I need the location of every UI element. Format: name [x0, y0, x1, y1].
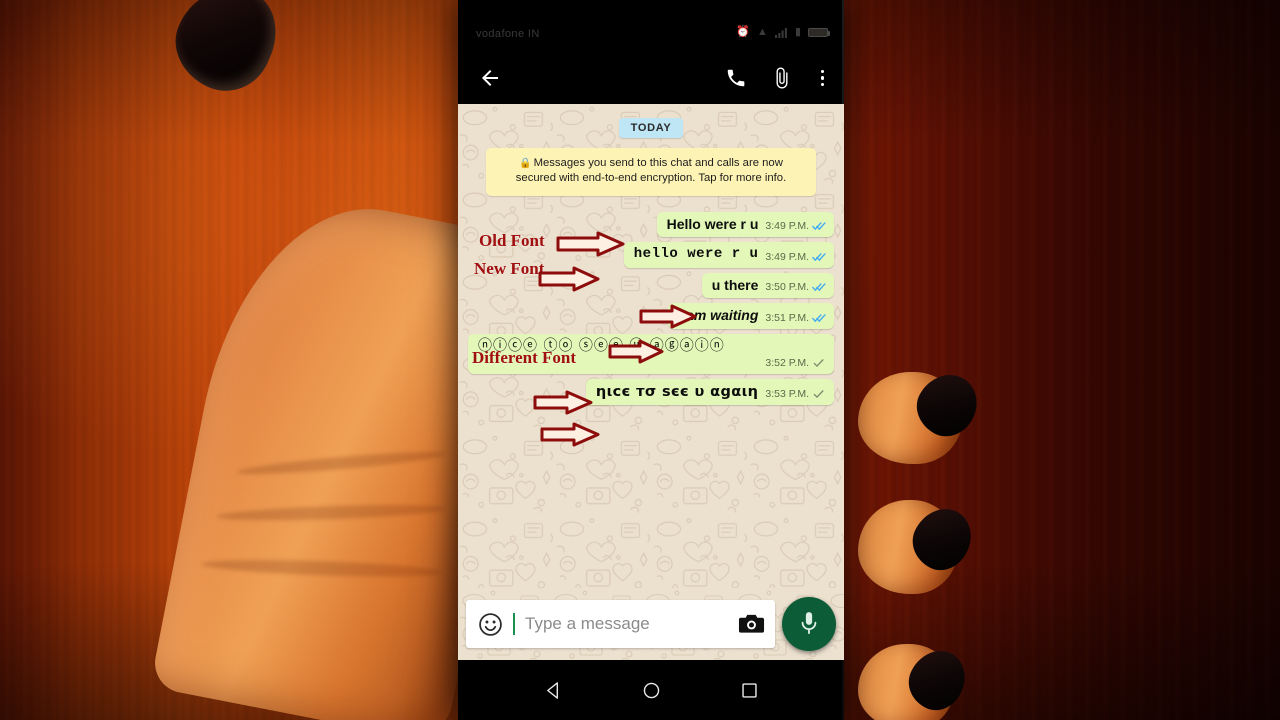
thumb-crease [216, 502, 447, 524]
message-time: 3:52 P.M. [765, 357, 809, 369]
android-nav-bar [458, 660, 844, 720]
app-bar-actions [725, 67, 829, 89]
message-bubble[interactable]: hello were r u 3:49 P.M. [623, 242, 834, 268]
signal-bars-icon [774, 27, 787, 38]
read-receipt-double-check-icon [812, 222, 826, 231]
message-time: 3:53 P.M. [765, 388, 809, 401]
message-bubble[interactable]: Hello were r u 3:49 P.M. [656, 211, 834, 237]
sent-receipt-single-check-icon [813, 359, 824, 368]
message-text: u there [711, 276, 759, 293]
message-meta: 3:49 P.M. [765, 251, 826, 264]
message-text: Hello were r u [666, 215, 759, 232]
message-meta: 3:52 P.M. [765, 357, 826, 370]
message-meta: 3:50 P.M. [765, 281, 826, 294]
back-triangle-icon[interactable] [544, 681, 563, 700]
message-text: ηιcє тσ ѕєє υ αgαιη [595, 384, 759, 400]
message-meta: 3:49 P.M. [765, 220, 826, 233]
message-time: 3:49 P.M. [765, 250, 809, 263]
annotation-arrow-icon [538, 266, 600, 292]
annotation-label-different-font: Different Font [472, 348, 577, 367]
paperclip-icon[interactable] [771, 67, 793, 89]
lock-icon: 🔒 [519, 158, 532, 169]
phone-edge-highlight [842, 0, 844, 720]
thumb-crease [201, 557, 442, 580]
status-bar: vodafone IN ⏰ ▲ ▮ [458, 0, 844, 52]
message-input-placeholder: Type a message [525, 614, 650, 633]
encryption-notice-row: 🔒 Messages you send to this chat and call… [468, 148, 834, 196]
annotation-arrow-icon [639, 304, 697, 329]
annotation-arrow-icon [608, 339, 664, 364]
camera-icon[interactable] [738, 613, 765, 635]
read-receipt-double-check-icon [812, 313, 826, 322]
annotation-label-old-font: Old Font [479, 231, 545, 250]
date-divider-row: TODAY [468, 118, 834, 138]
encryption-notice[interactable]: 🔒 Messages you send to this chat and call… [486, 148, 816, 196]
wifi-icon: ▲ [757, 26, 768, 38]
message-input-bar: Type a message [458, 588, 844, 660]
battery-icon [808, 28, 830, 37]
phone-call-icon[interactable] [725, 67, 747, 89]
message-time: 3:51 P.M. [765, 311, 809, 324]
message-meta: 3:53 P.M. [765, 388, 826, 401]
annotation-arrow-icon [533, 390, 593, 415]
message-bubble[interactable]: ηιcє тσ ѕєє υ αgαιη 3:53 P.M. [585, 379, 834, 406]
app-bar [458, 52, 844, 104]
message-meta: 3:51 P.M. [765, 312, 826, 325]
annotation-label-new-font: New Font [474, 259, 545, 278]
message-time: 3:50 P.M. [765, 281, 809, 293]
annotation-arrow-icon [556, 231, 625, 257]
message-input-field[interactable]: Type a message [466, 600, 775, 648]
recents-square-icon[interactable] [740, 681, 759, 700]
encryption-notice-text: Messages you send to this chat and calls… [515, 157, 787, 185]
sim-icon: ▮ [794, 26, 801, 38]
microphone-icon [801, 612, 817, 635]
thumb-crease [235, 447, 447, 479]
date-divider-badge: TODAY [618, 118, 684, 138]
message-row: ηιcє тσ ѕєє υ αgαιη 3:53 P.M. [468, 379, 834, 406]
screenshot-scene: vodafone IN ⏰ ▲ ▮ TODAY 🔒 Messages you s… [0, 0, 1280, 720]
home-circle-icon[interactable] [642, 681, 661, 700]
back-arrow-icon[interactable] [478, 66, 502, 90]
alarm-icon: ⏰ [736, 26, 751, 38]
text-caret [513, 613, 515, 635]
read-receipt-double-check-icon [812, 252, 826, 261]
voice-record-button[interactable] [782, 597, 836, 651]
annotation-arrow-icon [540, 422, 600, 447]
read-receipt-double-check-icon [812, 283, 826, 292]
sent-receipt-single-check-icon [813, 390, 824, 399]
message-bubble[interactable]: u there 3:50 P.M. [701, 272, 834, 298]
message-text: hello were r u [633, 246, 759, 262]
status-icons: ⏰ ▲ ▮ [736, 26, 830, 38]
carrier-label: vodafone IN [476, 28, 540, 40]
message-time: 3:49 P.M. [765, 220, 809, 232]
overflow-menu-icon[interactable] [817, 69, 829, 87]
smiley-icon[interactable] [478, 612, 503, 637]
